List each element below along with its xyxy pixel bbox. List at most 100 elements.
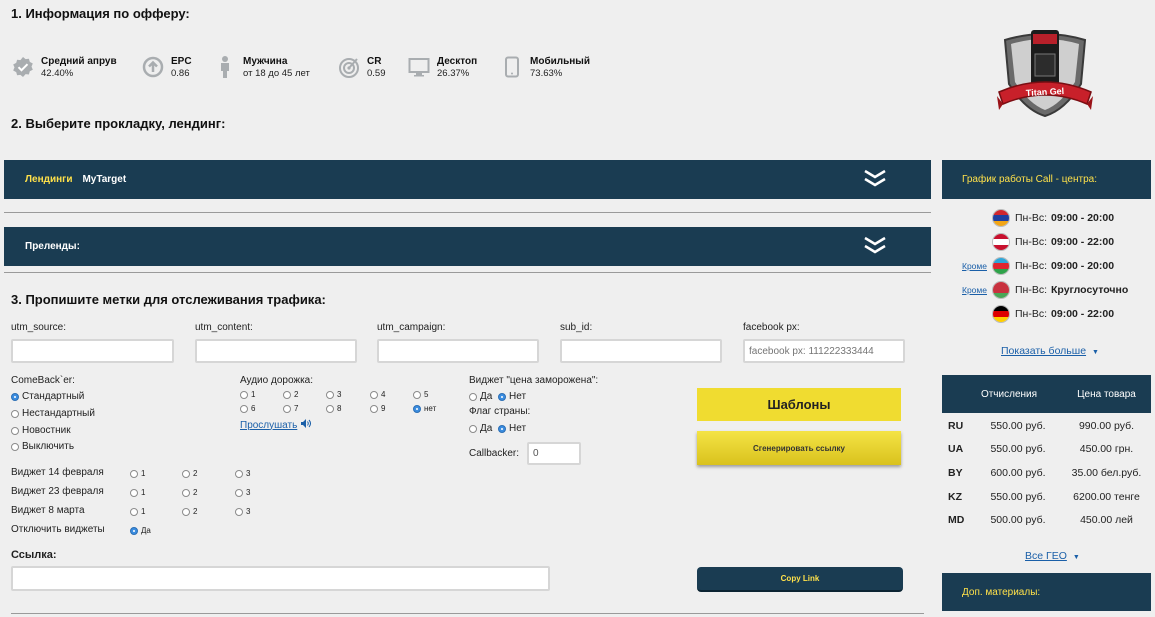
radio[interactable] bbox=[11, 442, 19, 451]
radio[interactable] bbox=[182, 488, 190, 497]
radio[interactable] bbox=[130, 507, 138, 516]
radio[interactable] bbox=[11, 409, 19, 418]
radio[interactable] bbox=[11, 426, 19, 435]
comeback-option[interactable]: Выключить bbox=[11, 441, 74, 452]
widget-mar8-option[interactable]: 2 bbox=[182, 507, 197, 516]
freeze-widget-label: Виджет "цена заморожена": bbox=[469, 375, 599, 386]
option-label: 3 bbox=[246, 469, 251, 478]
radio[interactable] bbox=[370, 404, 378, 413]
utm-source-input[interactable] bbox=[11, 339, 174, 363]
audio-option[interactable]: нет bbox=[413, 404, 436, 413]
widget-feb23-option[interactable]: 1 bbox=[130, 488, 145, 497]
radio[interactable] bbox=[370, 390, 378, 399]
extra-materials-header[interactable]: Доп. материалы: bbox=[942, 573, 1151, 611]
schedule-row: Пн-Вс: 09:00 - 22:00 bbox=[962, 231, 1152, 253]
widget-mar8-option[interactable]: 1 bbox=[130, 507, 145, 516]
radio[interactable] bbox=[413, 390, 421, 399]
widget-feb14-option[interactable]: 1 bbox=[130, 469, 145, 478]
divider bbox=[11, 613, 924, 614]
link-input[interactable] bbox=[11, 566, 550, 591]
radio[interactable] bbox=[240, 404, 248, 413]
comeback-option[interactable]: Нестандартный bbox=[11, 408, 95, 419]
radio[interactable] bbox=[130, 469, 138, 478]
option-label: 4 bbox=[381, 390, 386, 399]
chevron-double-down-icon[interactable] bbox=[863, 235, 887, 257]
stat-desktop: Десктоп 26.37% bbox=[408, 55, 477, 85]
facebook-px-label: facebook px: bbox=[743, 322, 800, 333]
audio-option[interactable]: 5 bbox=[413, 390, 428, 399]
radio[interactable] bbox=[130, 488, 138, 497]
radio-selected[interactable] bbox=[498, 392, 506, 401]
freeze-widget-no[interactable]: Нет bbox=[498, 391, 526, 402]
subid-label: sub_id: bbox=[560, 322, 593, 333]
all-geo-link[interactable]: Все ГЕО ▼ bbox=[1025, 550, 1080, 562]
utm-content-input[interactable] bbox=[195, 339, 357, 363]
radio[interactable] bbox=[469, 392, 477, 401]
landings-bar[interactable]: Лендинги MyTarget bbox=[4, 160, 931, 199]
chevron-double-down-icon[interactable] bbox=[863, 168, 887, 190]
audio-option[interactable]: 4 bbox=[370, 390, 385, 399]
disable-widgets-option[interactable]: Да bbox=[130, 526, 151, 535]
upload-circle-icon bbox=[142, 56, 164, 78]
facebook-px-input[interactable] bbox=[743, 339, 905, 363]
widget-feb23-option[interactable]: 3 bbox=[235, 488, 250, 497]
radio[interactable] bbox=[283, 390, 291, 399]
monitor-icon bbox=[408, 56, 430, 78]
widget-mar8-label: Виджет 8 марта bbox=[11, 505, 85, 516]
callbacker-input[interactable] bbox=[527, 442, 581, 465]
radio[interactable] bbox=[326, 404, 334, 413]
tab-landings[interactable]: Лендинги bbox=[25, 174, 72, 185]
radio[interactable] bbox=[240, 390, 248, 399]
country-code: KZ bbox=[948, 491, 962, 503]
radio-selected[interactable] bbox=[11, 392, 19, 401]
freeze-widget-yes[interactable]: Да bbox=[469, 391, 492, 402]
option-label: Новостник bbox=[22, 425, 71, 436]
audio-option[interactable]: 1 bbox=[240, 390, 255, 399]
tab-mytarget[interactable]: MyTarget bbox=[82, 174, 126, 185]
subid-input[interactable] bbox=[560, 339, 722, 363]
radio-selected[interactable] bbox=[130, 526, 138, 535]
radio[interactable] bbox=[182, 507, 190, 516]
audio-option[interactable]: 7 bbox=[283, 404, 298, 413]
stat-gender: Мужчина от 18 до 45 лет bbox=[214, 55, 310, 85]
widget-feb14-option[interactable]: 2 bbox=[182, 469, 197, 478]
callcenter-header: График работы Call - центра: bbox=[942, 160, 1151, 199]
payout-header: Отчисления Цена товара bbox=[942, 375, 1151, 413]
payout-value: 550.00 руб. bbox=[990, 443, 1046, 455]
templates-button[interactable]: Шаблоны bbox=[697, 388, 901, 421]
audio-option[interactable]: 8 bbox=[326, 404, 341, 413]
radio-selected[interactable] bbox=[413, 404, 421, 413]
exception-link[interactable]: Кроме bbox=[962, 261, 992, 271]
radio[interactable] bbox=[235, 488, 243, 497]
widget-feb23-option[interactable]: 2 bbox=[182, 488, 197, 497]
option-label: 1 bbox=[141, 507, 146, 516]
copy-link-button[interactable]: Copy Link bbox=[697, 567, 903, 592]
exception-link[interactable]: Кроме bbox=[962, 285, 992, 295]
radio[interactable] bbox=[182, 469, 190, 478]
comeback-option[interactable]: Новостник bbox=[11, 425, 71, 436]
show-more-link[interactable]: Показать больше ▼ bbox=[1001, 345, 1099, 357]
radio[interactable] bbox=[235, 469, 243, 478]
flag-widget-yes[interactable]: Да bbox=[469, 423, 492, 434]
widget-feb14-option[interactable]: 3 bbox=[235, 469, 250, 478]
audio-option[interactable]: 9 bbox=[370, 404, 385, 413]
widget-mar8-option[interactable]: 3 bbox=[235, 507, 250, 516]
listen-link[interactable]: Прослушать bbox=[240, 419, 312, 431]
option-label: 3 bbox=[246, 507, 251, 516]
audio-option[interactable]: 6 bbox=[240, 404, 255, 413]
payout-row: BY 600.00 руб. 35.00 бел.руб. bbox=[942, 461, 1151, 485]
comeback-option[interactable]: Стандартный bbox=[11, 391, 84, 402]
generate-link-button[interactable]: Сгенерировать ссылку bbox=[697, 431, 901, 465]
radio[interactable] bbox=[283, 404, 291, 413]
price-value: 450.00 грн. bbox=[1079, 443, 1134, 455]
radio[interactable] bbox=[326, 390, 334, 399]
utm-campaign-input[interactable] bbox=[377, 339, 539, 363]
option-label: Да bbox=[480, 391, 493, 402]
audio-option[interactable]: 2 bbox=[283, 390, 298, 399]
prelandings-bar[interactable]: Преленды: bbox=[4, 227, 931, 266]
flag-widget-no[interactable]: Нет bbox=[498, 423, 526, 434]
radio-selected[interactable] bbox=[498, 424, 506, 433]
radio[interactable] bbox=[469, 424, 477, 433]
radio[interactable] bbox=[235, 507, 243, 516]
audio-option[interactable]: 3 bbox=[326, 390, 341, 399]
